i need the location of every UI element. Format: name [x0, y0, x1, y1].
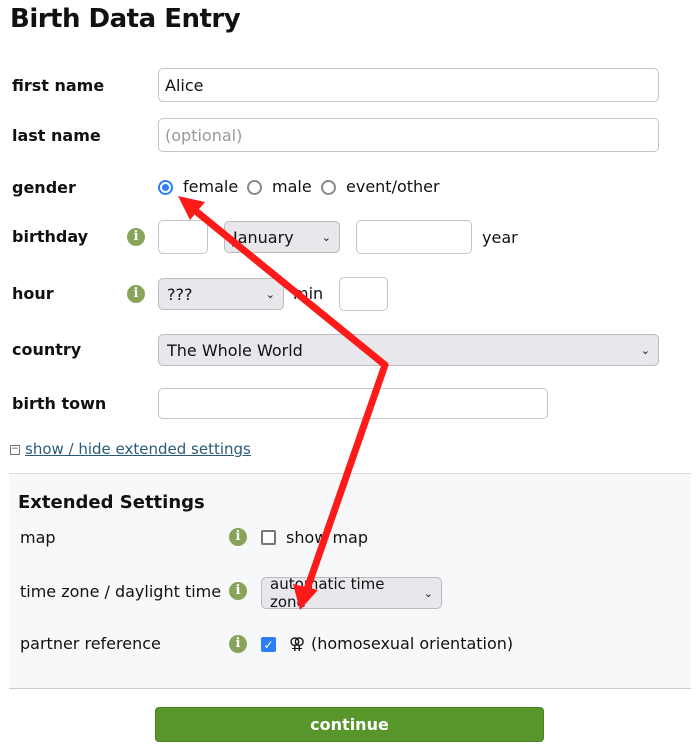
- annotation-arrow-line: [189, 205, 389, 597]
- annotation-arrowhead-bottom: [293, 584, 318, 610]
- annotation-arrows: [178, 196, 389, 610]
